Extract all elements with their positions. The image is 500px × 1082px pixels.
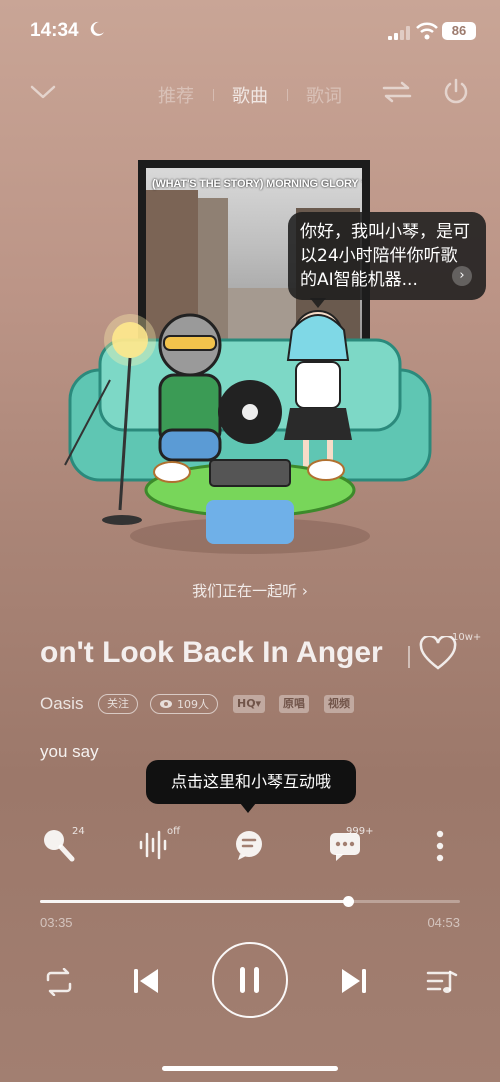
tab-divider <box>286 89 288 101</box>
tab-divider <box>212 89 214 101</box>
sing-count-badge: 24 <box>72 826 85 837</box>
tooltip-tail <box>240 803 256 813</box>
chevron-right-icon[interactable]: › <box>452 266 472 286</box>
assistant-bubble-text: 你好，我叫小琴，是可以24小时陪伴你听歌的AI智能机器... <box>300 222 470 290</box>
pause-icon <box>240 967 259 993</box>
follow-button[interactable]: 关注 <box>98 694 138 714</box>
sound-effect-icon[interactable] <box>138 830 170 860</box>
more-options-icon[interactable] <box>434 830 446 862</box>
quality-tag[interactable]: HQ▾ <box>233 695 266 713</box>
total-time: 04:53 <box>427 915 460 930</box>
moon-icon <box>90 21 104 36</box>
song-title: on't Look Back In Anger <box>40 636 383 669</box>
wifi-icon <box>416 22 438 40</box>
playlist-icon[interactable] <box>426 968 458 996</box>
current-time: 03:35 <box>40 915 73 930</box>
signal-icon <box>388 26 410 40</box>
play-pause-button[interactable] <box>212 942 288 1018</box>
header-tabs: 推荐 歌曲 歌词 <box>158 82 342 108</box>
listeners-count: 109人 <box>177 697 209 711</box>
tab-lyrics[interactable]: 歌词 <box>306 82 342 108</box>
effect-status-badge: off <box>167 826 181 837</box>
progress-handle[interactable] <box>342 896 354 907</box>
artist-name[interactable]: Oasis <box>40 694 83 714</box>
progress-fill <box>40 900 348 903</box>
title-divider <box>408 646 410 668</box>
microphone-icon[interactable] <box>42 828 76 862</box>
next-track-icon[interactable] <box>340 966 368 996</box>
chat-interact-icon[interactable] <box>232 828 266 862</box>
original-tag[interactable]: 原唱 <box>279 695 309 713</box>
power-icon[interactable] <box>442 78 470 106</box>
album-title-text: (WHAT'S THE STORY) MORNING GLORY ? <box>152 178 362 190</box>
video-tag[interactable]: 视频 <box>324 695 354 713</box>
listeners-icon <box>160 700 172 708</box>
listening-room-illustration[interactable] <box>60 300 440 560</box>
tab-song[interactable]: 歌曲 <box>232 82 268 108</box>
home-indicator <box>162 1066 338 1071</box>
listeners-pill[interactable]: 109人 <box>150 694 218 714</box>
comment-count-badge: 999+ <box>346 826 374 837</box>
assistant-bubble-tail <box>310 298 326 308</box>
listen-together-link[interactable]: 我们正在一起听 › <box>0 580 500 601</box>
status-time: 14:34 <box>30 20 79 41</box>
assistant-bubble[interactable]: 你好，我叫小琴，是可以24小时陪伴你听歌的AI智能机器... › <box>288 212 486 300</box>
like-count: 10w+ <box>452 632 482 643</box>
current-lyric[interactable]: you say <box>40 742 99 762</box>
battery-indicator: 86 <box>442 22 476 40</box>
switch-icon[interactable] <box>382 80 412 104</box>
tab-recommend[interactable]: 推荐 <box>158 82 194 108</box>
previous-track-icon[interactable] <box>132 966 160 996</box>
interaction-tooltip[interactable]: 点击这里和小琴互动哦 <box>146 760 356 804</box>
collapse-chevron-icon[interactable] <box>30 84 56 100</box>
repeat-icon[interactable] <box>44 968 74 996</box>
